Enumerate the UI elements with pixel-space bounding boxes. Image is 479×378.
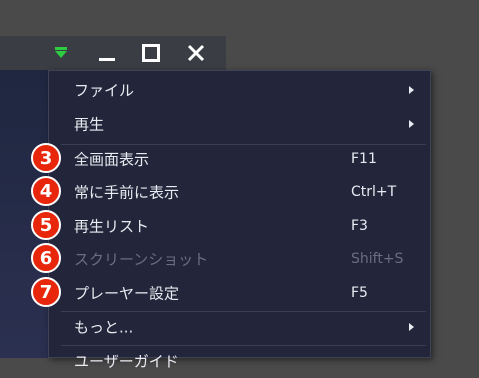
menu-item-file[interactable]: ファイル <box>49 73 430 107</box>
minimize-icon[interactable] <box>92 36 122 70</box>
menu-item-shortcut: Shift+S <box>351 251 404 267</box>
menu-item-label: ファイル <box>74 81 135 100</box>
step-badge-3: 3 <box>31 143 61 173</box>
menu-item-shortcut: Ctrl+T <box>351 184 397 200</box>
menu-item-label: 常に手前に表示 <box>74 183 180 202</box>
menu-item-player-settings[interactable]: プレーヤー設定 F5 <box>49 276 430 310</box>
menu-item-shortcut: F3 <box>351 218 368 234</box>
menu-item-label: スクリーンショット <box>74 250 209 269</box>
menu-item-shortcut: F5 <box>351 285 368 301</box>
menu-item-label: もっと... <box>74 318 134 337</box>
menu-item-playlist[interactable]: 再生リスト F3 <box>49 209 430 243</box>
menu-item-fullscreen[interactable]: 全画面表示 F11 <box>49 142 430 176</box>
title-bar <box>0 36 226 70</box>
submenu-arrow-icon <box>409 120 414 128</box>
close-icon[interactable] <box>181 36 211 70</box>
context-menu: ファイル 再生 全画面表示 F11 常に手前に表示 Ctrl+T 再生リスト F… <box>48 70 431 371</box>
menu-item-more[interactable]: もっと... <box>49 310 430 344</box>
step-badge-6: 6 <box>31 243 61 273</box>
menu-item-user-guide[interactable]: ユーザーガイド <box>49 344 430 378</box>
step-badge-5: 5 <box>31 210 61 240</box>
step-badge-7: 7 <box>31 277 61 307</box>
menu-item-label: プレーヤー設定 <box>74 284 180 303</box>
menu-item-screenshot: スクリーンショット Shift+S <box>49 242 430 276</box>
submenu-arrow-icon <box>409 86 414 94</box>
step-badge-4: 4 <box>31 176 61 206</box>
menu-item-label: ユーザーガイド <box>74 352 179 371</box>
menu-item-shortcut: F11 <box>351 151 377 167</box>
menu-item-label: 再生 <box>74 115 105 134</box>
maximize-icon[interactable] <box>136 36 166 70</box>
triangle-down-icon[interactable] <box>50 36 72 70</box>
menu-item-label: 再生リスト <box>74 217 150 236</box>
menu-item-playback[interactable]: 再生 <box>49 107 430 141</box>
menu-item-label: 全画面表示 <box>74 150 150 169</box>
submenu-arrow-icon <box>409 323 414 331</box>
menu-item-always-on-top[interactable]: 常に手前に表示 Ctrl+T <box>49 175 430 209</box>
